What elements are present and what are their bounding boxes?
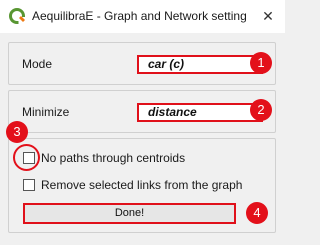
mode-group: Mode car (c) xyxy=(8,42,276,85)
minimize-group: Minimize distance xyxy=(8,90,276,133)
minimize-label: Minimize xyxy=(22,105,70,119)
title-bar: AequilibraE - Graph and Network setting … xyxy=(0,0,285,33)
annotation-badge-2: 2 xyxy=(250,99,272,121)
annotation-badge-1: 1 xyxy=(250,52,272,74)
mode-label: Mode xyxy=(22,57,53,71)
annotation-badge-3: 3 xyxy=(6,121,28,143)
mode-combobox[interactable]: car (c) xyxy=(137,55,263,74)
minimize-combobox[interactable]: distance xyxy=(137,103,263,122)
remove-selected-links-label: Remove selected links from the graph xyxy=(41,178,243,192)
close-button[interactable]: ✕ xyxy=(251,0,285,33)
graph-network-setting-dialog: AequilibraE - Graph and Network setting … xyxy=(0,0,285,245)
remove-selected-links-checkbox[interactable] xyxy=(23,179,35,191)
no-paths-through-centroids-label: No paths through centroids xyxy=(41,151,186,165)
annotation-badge-4: 4 xyxy=(246,202,268,224)
qgis-logo-icon xyxy=(8,7,26,25)
window-title: AequilibraE - Graph and Network setting xyxy=(32,9,247,23)
done-button[interactable]: Done! xyxy=(23,203,236,224)
annotation-highlight-ring xyxy=(13,144,40,171)
